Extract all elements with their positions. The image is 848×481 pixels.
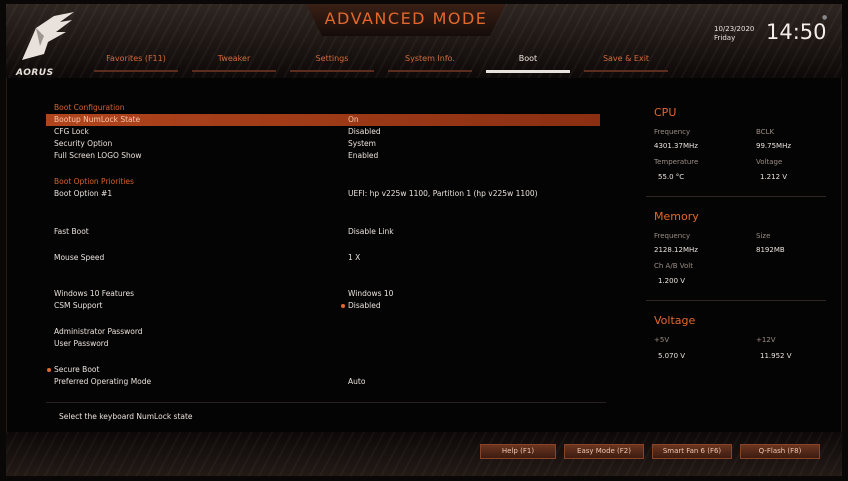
help-button[interactable]: Help (F1)	[480, 444, 556, 459]
setting-label: Preferred Operating Mode	[54, 377, 152, 386]
voltage-12v-label: +12V	[756, 336, 776, 344]
tab-boot[interactable]: Boot	[486, 50, 570, 73]
tab-tweaker[interactable]: Tweaker	[192, 50, 276, 72]
setting-value[interactable]: 1 X	[348, 252, 360, 264]
setting-label: Fast Boot	[54, 227, 89, 236]
setting-label: CSM Support	[54, 301, 103, 310]
setting-label: User Password	[54, 339, 109, 348]
boot-settings-panel: Boot Configuration Bootup NumLock State …	[46, 100, 606, 420]
eagle-icon	[22, 12, 74, 60]
footer-bar: Help (F1) Easy Mode (F2) Smart Fan 6 (F6…	[6, 432, 842, 476]
setting-value[interactable]: Enabled	[348, 150, 378, 162]
hardware-monitor-panel: CPU Frequency BCLK 4301.37MHz 99.75MHz T…	[646, 96, 826, 386]
setting-value[interactable]: System	[348, 138, 376, 150]
aorus-logo: AORUS	[14, 10, 84, 78]
memory-size-label: Size	[756, 232, 771, 240]
bios-window: AORUS ADVANCED MODE Favorites (F11) Twea…	[6, 4, 842, 476]
setting-label: Security Option	[54, 139, 113, 148]
cpu-bclk-label: BCLK	[756, 128, 775, 136]
memory-chab-volt-label: Ch A/B Volt	[654, 262, 693, 270]
voltage-12v-value: 11.952 V	[760, 352, 792, 360]
mode-title: ADVANCED MODE	[306, 4, 506, 36]
cpu-bclk-value: 99.75MHz	[756, 142, 792, 150]
submenu-dot-icon	[47, 368, 51, 372]
memory-frequency-value: 2128.12MHz	[654, 246, 698, 254]
voltage-heading: Voltage	[654, 314, 696, 327]
voltage-5v-label: +5V	[654, 336, 670, 344]
easy-mode-button[interactable]: Easy Mode (F2)	[564, 444, 644, 459]
setting-value[interactable]: Disabled	[348, 126, 381, 138]
setting-label: Windows 10 Features	[54, 289, 135, 298]
brand-name: AORUS	[16, 68, 54, 78]
cpu-frequency-label: Frequency	[654, 128, 691, 136]
submenu-dot-icon	[341, 304, 345, 308]
divider	[46, 402, 606, 403]
setting-label: Bootup NumLock State	[54, 115, 141, 124]
memory-size-value: 8192MB	[756, 246, 785, 254]
setting-value[interactable]: UEFI: hp v225w 1100, Partition 1 (hp v22…	[348, 188, 538, 200]
smart-fan-button[interactable]: Smart Fan 6 (F6)	[652, 444, 732, 459]
tab-system-info[interactable]: System Info.	[388, 50, 472, 72]
header-bar: AORUS ADVANCED MODE Favorites (F11) Twea…	[6, 4, 842, 78]
setting-value[interactable]: Auto	[348, 376, 365, 388]
memory-heading: Memory	[654, 210, 699, 223]
setting-label: Secure Boot	[54, 365, 100, 374]
date-text: 10/23/2020	[714, 25, 755, 33]
cpu-frequency-value: 4301.37MHz	[654, 142, 698, 150]
day-text: Friday	[714, 34, 736, 42]
setting-label: Full Screen LOGO Show	[54, 151, 142, 160]
setting-value[interactable]: Disable Link	[348, 226, 394, 238]
setting-label: Boot Option #1	[54, 189, 113, 198]
setting-label: Mouse Speed	[54, 253, 105, 262]
cpu-temperature-value: 55.0 °C	[658, 173, 685, 181]
tab-settings[interactable]: Settings	[290, 50, 374, 72]
help-description: Select the keyboard NumLock state	[59, 412, 193, 421]
memory-chab-volt-value: 1.200 V	[658, 277, 686, 285]
qflash-button[interactable]: Q-Flash (F8)	[740, 444, 820, 459]
date-display: 10/23/2020 Friday	[714, 25, 754, 43]
memory-frequency-label: Frequency	[654, 232, 691, 240]
cpu-voltage-value: 1.212 V	[760, 173, 788, 181]
setting-label: Administrator Password	[54, 327, 143, 336]
cpu-voltage-label: Voltage	[756, 158, 783, 166]
divider	[646, 300, 826, 301]
divider	[646, 196, 826, 197]
cpu-temperature-label: Temperature	[654, 158, 699, 166]
tab-save-exit[interactable]: Save & Exit	[584, 50, 668, 72]
cpu-heading: CPU	[654, 106, 677, 119]
tab-favorites[interactable]: Favorites (F11)	[94, 50, 178, 72]
setting-value[interactable]: On	[348, 114, 359, 126]
setting-bootup-numlock[interactable]: Bootup NumLock State On	[46, 114, 600, 126]
setting-label: CFG Lock	[54, 127, 89, 136]
voltage-5v-value: 5.070 V	[658, 352, 686, 360]
registered-icon: ●	[822, 14, 828, 21]
clock: 14:50	[766, 20, 827, 44]
setting-value[interactable]: Windows 10	[348, 288, 393, 300]
setting-value[interactable]: Disabled	[348, 300, 381, 312]
